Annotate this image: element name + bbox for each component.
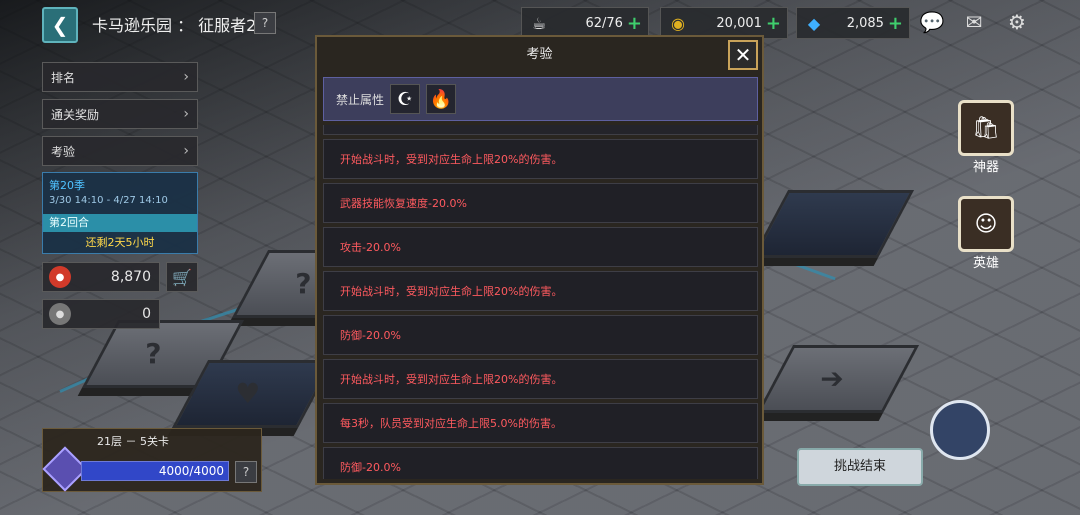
- gem-icon: ◆: [807, 13, 821, 33]
- season-time-left: 还剩2天5小时: [85, 236, 155, 249]
- floor-label: 21层 － 5关卡: [97, 435, 169, 448]
- close-icon: ✕: [734, 43, 752, 67]
- floor-progress-panel: 21层 － 5关卡 4000/4000 ?: [42, 428, 262, 492]
- artifact-label: 神器: [972, 160, 999, 175]
- gear-icon[interactable]: ⚙: [1002, 7, 1032, 37]
- season-round: 第2回合: [43, 214, 197, 232]
- stamina-value: 62/76: [585, 15, 623, 31]
- gem-value: 2,085: [846, 15, 884, 31]
- character-avatar: [930, 400, 990, 460]
- season-period: 3/30 14:10 - 4/27 14:10: [49, 195, 168, 206]
- debuff-row: 防御-20.0%: [323, 447, 758, 479]
- moon-icon: ☪: [390, 84, 421, 114]
- divider: [323, 125, 758, 135]
- hero-label: 英雄: [972, 256, 999, 271]
- hero-face-icon: ☺: [958, 196, 1014, 252]
- hero-button[interactable]: ☺ 英雄: [958, 196, 1014, 271]
- cart-icon: 🛒: [172, 267, 192, 287]
- shop-cart-button[interactable]: 🛒: [166, 262, 198, 292]
- chevron-right-icon: ›: [183, 106, 189, 122]
- mail-icon[interactable]: ✉: [959, 7, 989, 37]
- add-gem-button[interactable]: +: [888, 13, 903, 34]
- red-token-icon: ●: [49, 266, 71, 288]
- sidebar-item-label: 考验: [51, 144, 76, 159]
- page-title: 卡马逊乐园 ： 征服者2: [92, 16, 257, 35]
- debuff-row: 开始战斗时，受到对应生命上限20%的伤害。: [323, 271, 758, 311]
- season-name: 第20季: [49, 179, 85, 192]
- trial-modal: 考验 ✕ 禁止属性 ☪ 🔥 开始战斗时，受到对应生命上限20%的伤害。 武器技能…: [315, 35, 764, 485]
- gold-value: 20,001: [716, 15, 762, 31]
- chevron-right-icon: ›: [183, 69, 189, 85]
- gold-coin-icon: ◉: [671, 13, 685, 33]
- debuff-row: 开始战斗时，受到对应生命上限20%的伤害。: [323, 359, 758, 399]
- shopping-bag-icon: 🛍: [958, 100, 1014, 156]
- chevron-left-icon: ❮: [51, 13, 69, 37]
- debuff-row: 开始战斗时，受到对应生命上限20%的伤害。: [323, 139, 758, 179]
- floor-progress-text: 4000/4000: [158, 464, 224, 478]
- gray-token-value: 0: [142, 306, 151, 322]
- red-token-counter: ● 8,870: [42, 262, 160, 292]
- add-gold-button[interactable]: +: [766, 13, 781, 34]
- debuff-row: 每3秒，队员受到对应生命上限5.0%的伤害。: [323, 403, 758, 443]
- modal-title: 考验: [526, 47, 553, 62]
- sidebar-item-label: 排名: [51, 70, 76, 85]
- sidebar-item-label: 通关奖励: [51, 107, 100, 122]
- chevron-right-icon: ›: [183, 143, 189, 159]
- sidebar-item-trial[interactable]: 考验 ›: [42, 136, 198, 166]
- debuff-row: 防御-20.0%: [323, 315, 758, 355]
- red-token-value: 8,870: [110, 269, 151, 285]
- forbidden-elements-row: 禁止属性 ☪ 🔥: [323, 77, 758, 121]
- gem-counter: ◆ 2,085 +: [796, 7, 910, 39]
- debuff-row: 攻击-20.0%: [323, 227, 758, 267]
- end-challenge-button[interactable]: 挑战结束: [797, 448, 923, 486]
- help-button[interactable]: ?: [254, 12, 276, 34]
- season-info: 第20季 3/30 14:10 - 4/27 14:10 第2回合 还剩2天5小…: [42, 172, 198, 254]
- floor-progress-bar: 4000/4000: [81, 461, 229, 481]
- coffee-icon: ☕: [531, 13, 547, 33]
- floor-help-button[interactable]: ?: [235, 461, 257, 483]
- forbidden-label: 禁止属性: [336, 92, 385, 107]
- back-button[interactable]: ❮: [42, 7, 78, 43]
- add-stamina-button[interactable]: +: [627, 13, 642, 34]
- chat-icon[interactable]: 💬: [917, 7, 947, 37]
- gray-token-icon: ●: [49, 303, 71, 325]
- close-button[interactable]: ✕: [728, 40, 758, 70]
- sidebar-item-ranking[interactable]: 排名 ›: [42, 62, 198, 92]
- fire-icon: 🔥: [426, 84, 457, 114]
- debuff-row: 武器技能恢复速度-20.0%: [323, 183, 758, 223]
- artifact-button[interactable]: 🛍 神器: [958, 100, 1014, 175]
- gray-token-counter: ● 0: [42, 299, 160, 329]
- sidebar-item-clear-rewards[interactable]: 通关奖励 ›: [42, 99, 198, 129]
- modal-body[interactable]: 禁止属性 ☪ 🔥 开始战斗时，受到对应生命上限20%的伤害。 武器技能恢复速度-…: [323, 77, 758, 479]
